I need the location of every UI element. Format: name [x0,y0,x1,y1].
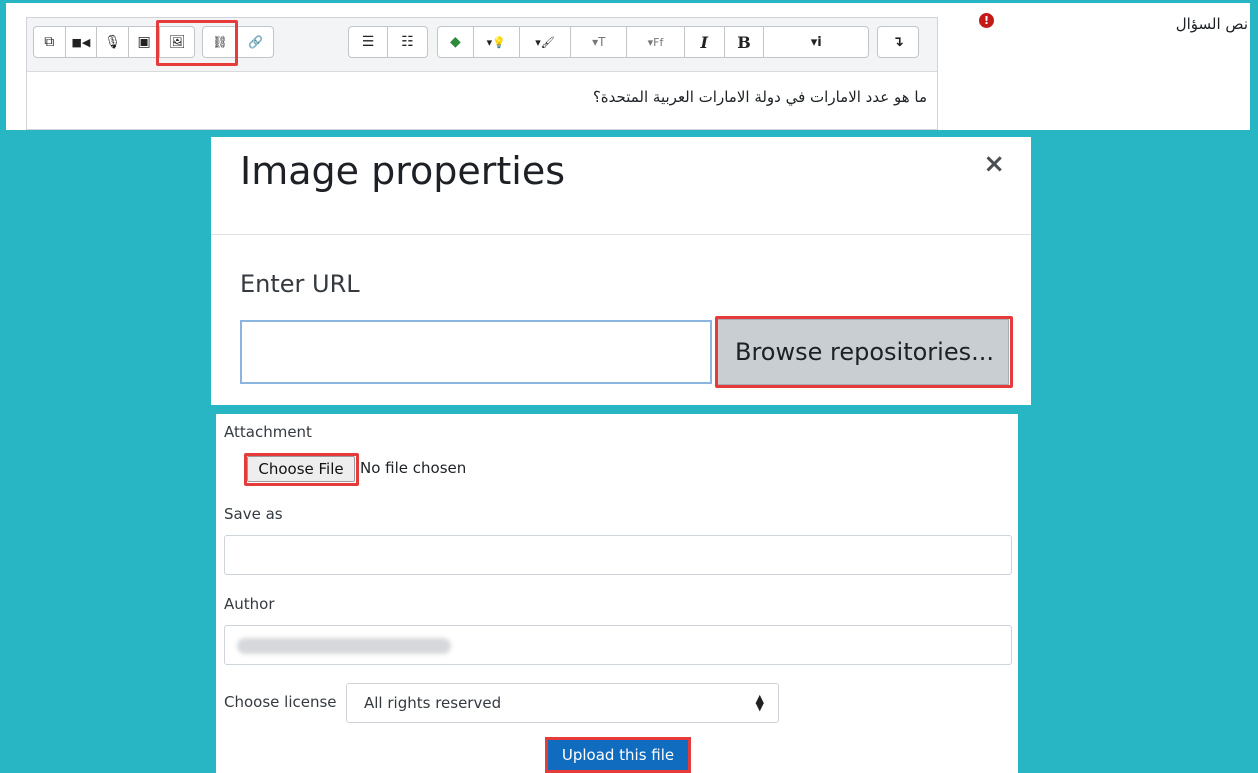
no-file-chosen-text: No file chosen [360,459,467,477]
video-icon[interactable]: ■◀ [66,27,98,57]
italic-icon[interactable]: I [685,27,725,57]
question-text-label: نص السؤال [1175,15,1248,33]
collapse-toolbar-icon[interactable]: ↴ [878,27,918,57]
hint-dropdown-icon[interactable]: ▾💡 [474,27,520,57]
question-text-content[interactable]: ما هو عدد الامارات في دولة الامارات العر… [593,88,927,106]
media-icon[interactable]: ▣ [129,27,161,57]
redacted-author-name [237,638,451,654]
h5p-icon[interactable]: ◆ [438,27,474,57]
url-input[interactable] [240,320,712,384]
close-icon[interactable]: × [983,149,1005,179]
info-dropdown-icon[interactable]: ▾i [764,27,868,57]
dialog-divider [211,234,1031,235]
unordered-list-icon[interactable]: ☷ [388,27,427,57]
upload-file-button[interactable]: Upload this file [545,737,691,773]
author-input[interactable] [224,625,1012,665]
font-size-dropdown-icon[interactable]: ▾T [571,27,628,57]
license-label: Choose license [224,693,337,711]
font-family-dropdown-icon[interactable]: ▾Ff [627,27,685,57]
link-icon[interactable]: 🔗 [238,27,273,57]
attachment-label: Attachment [224,423,312,441]
ordered-list-icon[interactable]: ☰ [349,27,389,57]
image-icon[interactable]: 🖼 [160,27,194,57]
question-editor-panel: نص السؤال ! ⧉ ■◀ 🎙 ▣ 🖼 ⛓ 🔗 ☰ ☷ ◆ ▾💡 ▾🖌 ▾… [6,3,1250,130]
microphone-icon[interactable]: 🎙 [97,27,129,57]
file-upload-form: Attachment Choose File No file chosen Sa… [216,414,1018,773]
url-label: Enter URL [240,270,360,298]
license-selected-value: All rights reserved [364,694,502,712]
unlink-icon[interactable]: ⛓ [203,27,239,57]
save-as-label: Save as [224,505,283,523]
save-as-input[interactable] [224,535,1012,575]
bold-icon[interactable]: B [725,27,765,57]
copy-icon[interactable]: ⧉ [34,27,66,57]
author-label: Author [224,595,275,613]
brush-dropdown-icon[interactable]: ▾🖌 [520,27,572,57]
browse-repositories-button[interactable]: Browse repositories... [716,319,1009,385]
license-select[interactable]: All rights reserved ▲ ▼ [346,683,779,723]
rich-text-editor: ⧉ ■◀ 🎙 ▣ 🖼 ⛓ 🔗 ☰ ☷ ◆ ▾💡 ▾🖌 ▾T ▾Ff I B ▾i… [26,17,938,130]
required-icon: ! [979,13,994,28]
dialog-title: Image properties [240,149,566,193]
select-arrow-icon: ▲ ▼ [755,692,764,713]
editor-toolbar: ⧉ ■◀ 🎙 ▣ 🖼 ⛓ 🔗 ☰ ☷ ◆ ▾💡 ▾🖌 ▾T ▾Ff I B ▾i… [27,18,937,72]
image-properties-dialog: Image properties × Enter URL Browse repo… [211,137,1031,405]
choose-file-button[interactable]: Choose File [247,456,355,482]
